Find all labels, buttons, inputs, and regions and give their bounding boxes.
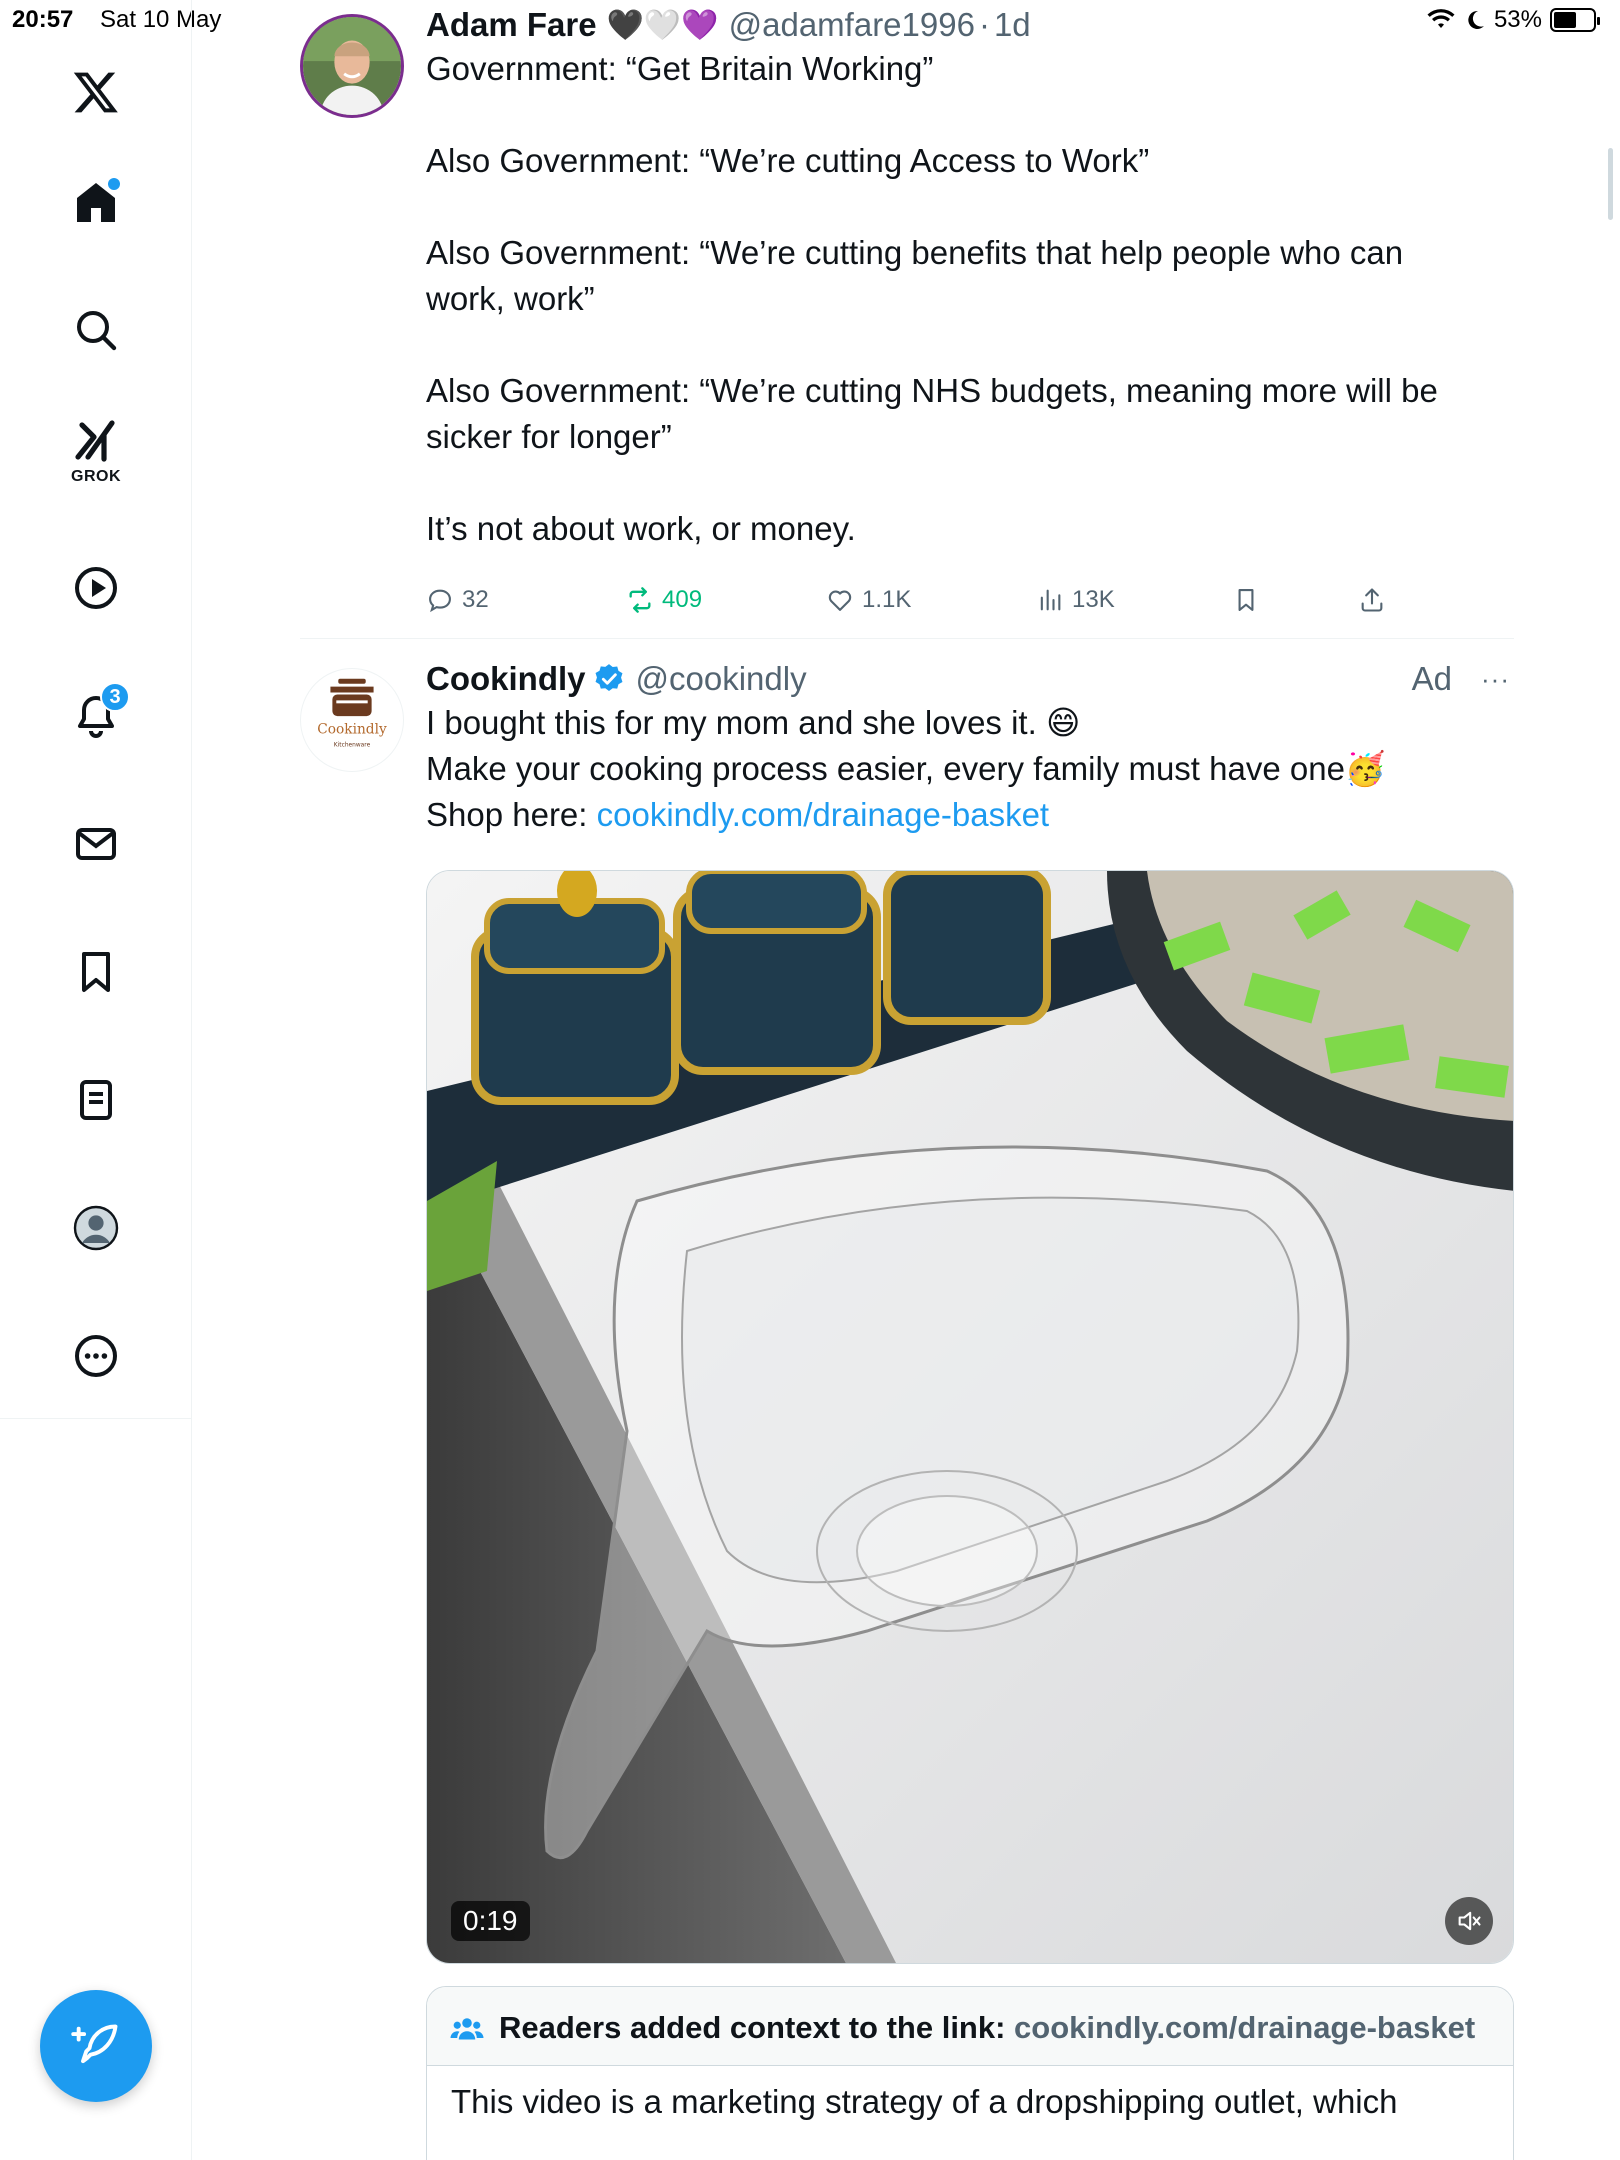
repost-count: 409 xyxy=(662,586,703,613)
view-count: 13K xyxy=(1072,586,1115,613)
notifications-badge: 3 xyxy=(100,682,130,712)
mail-icon xyxy=(76,828,116,860)
avatar[interactable] xyxy=(300,14,404,118)
nav-messages[interactable] xyxy=(60,808,132,880)
nav-profile[interactable] xyxy=(60,1192,132,1264)
ad-line-prefix: Shop here: xyxy=(426,796,597,833)
grok-label: GROK xyxy=(71,468,121,485)
nav-lists[interactable] xyxy=(60,1064,132,1136)
author-handle[interactable]: @cookindly xyxy=(636,660,807,698)
ad-line: Make your cooking process easier, every … xyxy=(426,750,1387,787)
grok-icon xyxy=(75,420,115,462)
tweet-paragraph: Also Government: “We’re cutting NHS budg… xyxy=(426,372,1438,455)
separator: · xyxy=(978,6,990,43)
nav-more[interactable] xyxy=(60,1320,132,1392)
nav-search[interactable] xyxy=(60,294,132,366)
sidebar-divider xyxy=(0,1418,192,1419)
more-options-button[interactable]: ··· xyxy=(1481,664,1510,695)
search-icon xyxy=(77,311,117,351)
reply-count: 32 xyxy=(462,586,489,613)
tweet-content: Cookindly @cookindly Ad ··· I bought thi… xyxy=(426,660,1514,838)
ad-line: I bought this for my mom and she loves i… xyxy=(426,704,1081,741)
bookmark-icon xyxy=(1238,589,1254,611)
share-button[interactable] xyxy=(1358,586,1386,614)
tweet-text: Government: “Get Britain Working” Also G… xyxy=(426,46,1514,552)
author-name[interactable]: Adam Fare xyxy=(426,6,597,44)
reply-icon xyxy=(429,589,451,613)
heart-icon xyxy=(828,590,852,611)
tweet-paragraph: Also Government: “We’re cutting Access t… xyxy=(426,142,1150,179)
compose-feather-icon xyxy=(71,2024,118,2064)
tweet-header: Adam Fare 🖤🤍💜 @adamfare1996 · 1d xyxy=(426,6,1514,44)
community-notes[interactable]: Readers added context to the link: cooki… xyxy=(426,1986,1514,2160)
tweet-content: Adam Fare 🖤🤍💜 @adamfare1996 · 1d Governm… xyxy=(426,6,1514,552)
tweet-paragraph: Government: “Get Britain Working” xyxy=(426,50,934,87)
shop-link[interactable]: cookindly.com/drainage-basket xyxy=(597,796,1049,833)
battery-icon xyxy=(1550,8,1600,32)
nav-grok[interactable]: GROK xyxy=(60,416,132,488)
name-emojis: 🖤🤍💜 xyxy=(606,8,719,42)
notes-header: Readers added context to the link: cooki… xyxy=(427,1987,1513,2066)
author-handle[interactable]: @adamfare1996 xyxy=(729,6,975,44)
verified-badge-icon xyxy=(595,664,622,692)
views-button[interactable]: 13K xyxy=(1036,586,1115,614)
nav-bookmarks[interactable] xyxy=(60,936,132,1008)
new-posts-dot xyxy=(108,178,120,190)
share-icon xyxy=(1361,588,1383,612)
timestamp[interactable]: 1d xyxy=(994,6,1031,44)
x-logo-icon[interactable] xyxy=(60,56,132,128)
repost-icon xyxy=(629,587,651,613)
tweet-paragraph: It’s not about work, or money. xyxy=(426,510,856,547)
views-chart-icon xyxy=(1040,589,1061,611)
tweet-divider xyxy=(300,638,1514,639)
logo-subtext: Kitchenware xyxy=(334,742,371,748)
author-name[interactable]: Cookindly xyxy=(426,660,586,698)
scrollbar[interactable] xyxy=(1608,148,1613,220)
muted-speaker-icon xyxy=(1458,1911,1481,1931)
nav-home[interactable] xyxy=(60,166,132,238)
repost-button[interactable]: 409 xyxy=(626,586,702,614)
like-button[interactable]: 1.1K xyxy=(826,586,911,614)
mute-toggle-button[interactable] xyxy=(1445,1897,1493,1945)
notes-link[interactable]: cookindly.com/drainage-basket xyxy=(1014,2010,1475,2045)
video-frame xyxy=(427,871,1513,1963)
video-player[interactable]: 0:19 xyxy=(426,870,1514,1964)
reply-button[interactable]: 32 xyxy=(426,586,489,614)
more-circle-icon xyxy=(75,1335,117,1377)
list-icon xyxy=(80,1080,112,1120)
notes-text: This video is a marketing strategy of a … xyxy=(451,2083,1398,2120)
logo-text: Cookindly xyxy=(317,722,387,738)
sidebar: GROK 3 xyxy=(0,0,192,2160)
people-icon xyxy=(450,2018,484,2040)
bookmark-icon xyxy=(82,952,110,992)
tweet-paragraph: Also Government: “We’re cutting benefits… xyxy=(426,234,1404,317)
profile-avatar-icon xyxy=(73,1205,119,1251)
notes-heading: Readers added context to the link: xyxy=(499,2010,1015,2045)
bookmark-button[interactable] xyxy=(1232,586,1260,614)
video-duration: 0:19 xyxy=(451,1901,530,1941)
like-count: 1.1K xyxy=(862,586,912,613)
ad-label: Ad xyxy=(1411,660,1452,697)
ad-line: Shop here: cookindly.com/drainage-basket xyxy=(426,792,1514,838)
play-icon xyxy=(75,567,117,609)
nav-notifications[interactable]: 3 xyxy=(60,680,132,752)
compose-post-button[interactable] xyxy=(40,1990,152,2102)
tweet-text: I bought this for my mom and she loves i… xyxy=(426,700,1514,838)
tweet-header: Cookindly @cookindly Ad ··· xyxy=(426,660,1514,698)
cookindly-logo[interactable]: Cookindly Kitchenware xyxy=(300,668,404,772)
nav-videos[interactable] xyxy=(60,552,132,624)
tweet-actions: 32 409 1.1K 13K xyxy=(426,580,1514,620)
